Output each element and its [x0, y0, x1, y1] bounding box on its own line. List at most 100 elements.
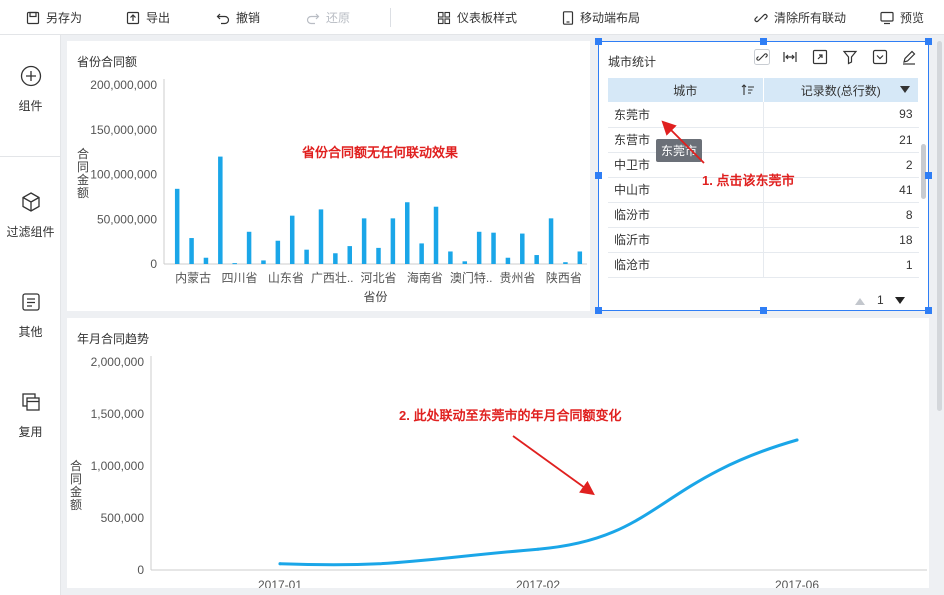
dashboard-style-label: 仪表板样式: [457, 11, 518, 25]
dashboard-canvas: 省份合同额 200,000,000 150,000,000 100,000,000 5…: [61, 35, 944, 595]
table-row[interactable]: 临沂市 18: [608, 227, 919, 253]
sidebar-item-filter[interactable]: 过滤组件: [0, 191, 61, 240]
bar: [448, 251, 453, 264]
resize-handle[interactable]: [595, 38, 602, 45]
x-tick-label: 2017-01: [258, 578, 302, 588]
column-header-count[interactable]: 记录数(总行数): [763, 78, 919, 102]
y-axis-title-char: 同: [70, 472, 82, 486]
resize-handle[interactable]: [925, 172, 932, 179]
bar: [275, 240, 281, 264]
toolbar-divider: [390, 8, 391, 27]
y-axis-title-char: 合: [70, 458, 82, 473]
cell-city[interactable]: 东莞市: [608, 102, 764, 128]
bar: [218, 156, 223, 264]
y-axis-title-char: 金: [70, 484, 82, 499]
dropdown-icon[interactable]: [872, 49, 888, 65]
caret-down-icon[interactable]: [900, 86, 910, 94]
bar: [505, 257, 511, 264]
export-label: 导出: [146, 11, 171, 25]
cell-count: 8: [763, 202, 919, 228]
mobile-layout-label: 移动端布局: [580, 11, 641, 25]
y-tick-label: 200,000,000: [90, 78, 157, 92]
bar: [419, 243, 424, 264]
cell-tooltip: 东莞市: [656, 139, 703, 162]
edit-icon[interactable]: [901, 49, 917, 65]
save-icon: [26, 11, 40, 24]
bar: [261, 260, 266, 264]
cell-city[interactable]: 临沧市: [608, 252, 764, 278]
x-tick-label: 河北省: [360, 271, 396, 285]
page-up-icon[interactable]: [855, 297, 865, 305]
bar: [476, 231, 482, 264]
expand-icon[interactable]: [812, 49, 828, 65]
sidebar-item-label: 组件: [18, 99, 43, 113]
column-header-city[interactable]: 城市: [608, 78, 764, 102]
x-tick-label: 贵州省: [499, 271, 535, 285]
cell-city[interactable]: 临沂市: [608, 227, 764, 253]
sidebar-item-other[interactable]: 其他: [0, 291, 61, 340]
export-button[interactable]: 导出: [126, 0, 170, 35]
table-row[interactable]: 临汾市 8: [608, 202, 919, 228]
bar: [433, 206, 439, 264]
y-tick-label: 500,000: [101, 511, 145, 525]
fit-width-icon[interactable]: [782, 49, 798, 65]
table-row[interactable]: 东莞市 93: [608, 102, 919, 128]
toolbar: 另存为 导出 撤销 还原 仪表板样式 移动端布局 清除所有联动 预览: [0, 0, 944, 35]
redo-icon: [306, 13, 320, 24]
bar: [333, 253, 338, 264]
bar: [232, 263, 237, 265]
y-axis-title-char: 额: [70, 498, 82, 512]
table-row[interactable]: 东营市 21: [608, 127, 919, 153]
y-tick-label: 1,000,000: [91, 459, 145, 473]
preview-label: 预览: [900, 11, 925, 25]
resize-handle[interactable]: [925, 307, 932, 314]
resize-handle[interactable]: [595, 307, 602, 314]
table-row[interactable]: 临沧市 1: [608, 252, 919, 278]
cell-city[interactable]: 临汾市: [608, 202, 764, 228]
grid-icon: [437, 11, 451, 24]
canvas-scrollbar[interactable]: [937, 41, 942, 411]
mobile-layout-button[interactable]: 移动端布局: [562, 0, 640, 35]
bar: [304, 249, 309, 264]
trend-chart-card[interactable]: 年月合同趋势 2,000,000 1,500,000 1,000,000 500,00…: [67, 318, 929, 588]
province-chart-card[interactable]: 省份 合同额 200,000,000 150,000,000 100,000,000 5…: [67, 41, 590, 311]
undo-icon: [216, 13, 230, 24]
sidebar-item-reuse[interactable]: 复用: [0, 391, 61, 440]
y-axis-title-char: 额: [77, 186, 89, 200]
y-axis-title-char: 合: [77, 146, 89, 161]
bar: [390, 218, 396, 264]
x-axis-title: 省份: [363, 290, 387, 304]
preview-button[interactable]: 预览: [880, 0, 924, 35]
column-header-label: 城市: [673, 83, 698, 98]
sidebar-item-components[interactable]: 组件: [0, 65, 61, 114]
bar: [361, 218, 367, 264]
redo-button[interactable]: 还原: [306, 0, 350, 35]
export-icon: [126, 11, 140, 24]
bar: [577, 251, 583, 264]
city-table-card[interactable]: 城市统计 城市 记录数(总行数) 东莞市 93 东营市 21 中卫市 2 中山市…: [595, 38, 932, 314]
bar: [289, 215, 295, 264]
bar: [203, 257, 209, 264]
y-tick-label: 150,000,000: [90, 123, 157, 137]
sort-icon[interactable]: [741, 84, 755, 96]
resize-handle[interactable]: [760, 307, 767, 314]
clear-links-label: 清除所有联动: [774, 11, 847, 25]
link-settings-icon[interactable]: [754, 49, 770, 65]
resize-handle[interactable]: [925, 38, 932, 45]
y-tick-label: 2,000,000: [91, 355, 145, 369]
resize-handle[interactable]: [760, 38, 767, 45]
bar: [246, 231, 252, 264]
undo-button[interactable]: 撤销: [216, 0, 260, 35]
filter-icon[interactable]: [842, 49, 858, 65]
page-down-icon[interactable]: [895, 297, 905, 305]
y-tick-label: 100,000,000: [90, 168, 157, 182]
province-bar-chart: 200,000,000 150,000,000 100,000,000 50,000,…: [77, 78, 587, 304]
clear-links-button[interactable]: 清除所有联动: [754, 0, 846, 35]
save-as-button[interactable]: 另存为: [26, 0, 82, 35]
resize-handle[interactable]: [595, 172, 602, 179]
x-tick-label: 2017-06: [775, 578, 819, 588]
cell-count: 93: [763, 102, 919, 128]
cell-count: 18: [763, 227, 919, 253]
x-tick-label: 澳门特..: [450, 270, 493, 285]
dashboard-style-button[interactable]: 仪表板样式: [437, 0, 517, 35]
